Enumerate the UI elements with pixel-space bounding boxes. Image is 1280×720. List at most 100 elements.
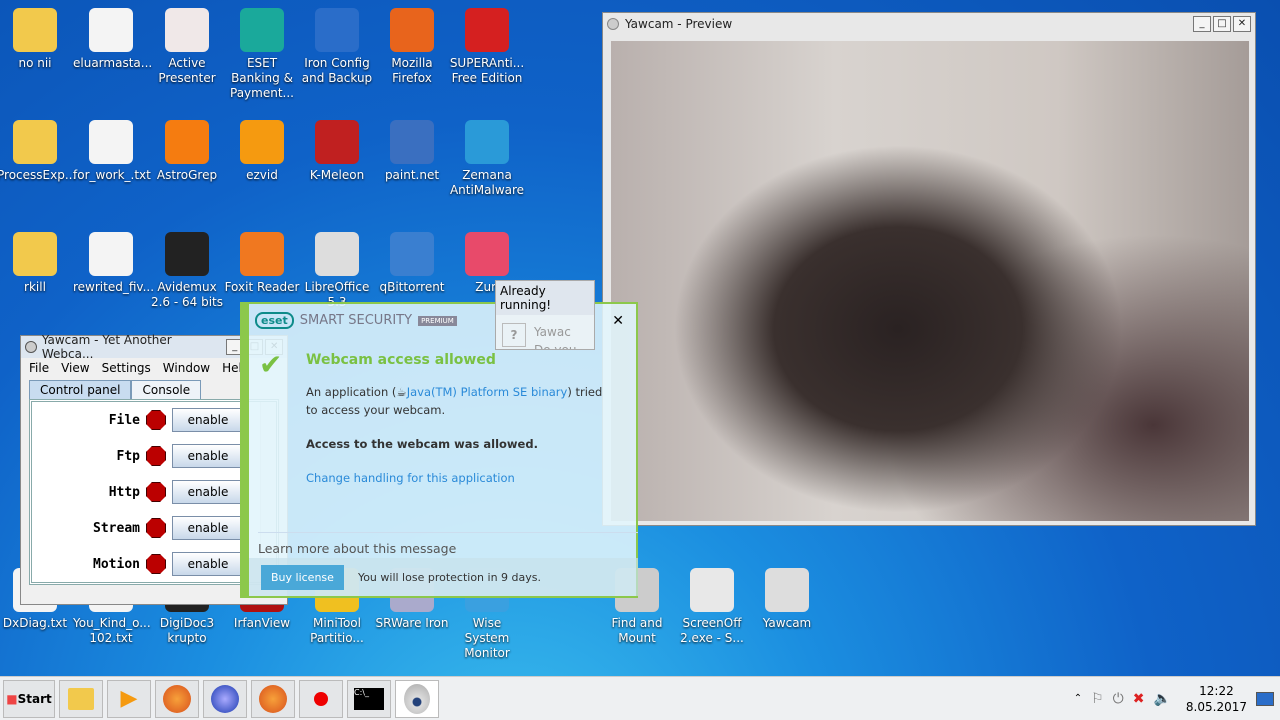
close-icon[interactable]: ✕ — [612, 313, 624, 329]
desktop-icon[interactable]: Active Presenter — [149, 8, 225, 86]
desktop-icon[interactable]: qBittorrent — [374, 232, 450, 295]
already-running-dialog[interactable]: Already running! ? Yawac Do you w — [495, 280, 595, 350]
minimize-button[interactable]: _ — [1193, 16, 1211, 32]
row-label: File — [108, 412, 140, 428]
product-name: SMART SECURITY — [299, 313, 413, 328]
power-plug-icon[interactable]: ⏻ — [1113, 691, 1124, 707]
stop-status-icon — [146, 446, 166, 466]
desktop-icon[interactable]: LibreOffice 5.3 — [299, 232, 375, 310]
desktop-icon-label: Active Presenter — [158, 56, 216, 85]
start-label: Start — [17, 691, 52, 706]
desktop-icon[interactable]: Yawcam — [749, 568, 825, 631]
window-title: Yawcam - Yet Another Webca... — [41, 333, 172, 361]
desktop-icon[interactable]: ScreenOff 2.exe - S... — [674, 568, 750, 646]
webcam-icon — [25, 341, 37, 353]
desktop-icon[interactable]: Zemana AntiMalware — [449, 120, 525, 198]
app-icon — [315, 232, 359, 276]
show-hidden-icons-chevron[interactable]: ⌃ — [1074, 693, 1082, 704]
desktop-icon-label: Zemana AntiMalware — [449, 168, 525, 197]
desktop-icon-label: Yawcam — [762, 616, 812, 630]
learn-more-link[interactable]: Learn more about this message — [258, 532, 638, 556]
desktop-icon[interactable]: eluarmasta... — [73, 8, 152, 71]
desktop-icon[interactable]: ESET Banking & Payment... — [224, 8, 300, 101]
clock-time: 12:22 — [1199, 683, 1234, 698]
row-label: Http — [108, 484, 140, 500]
enable-motion-button[interactable]: enable — [172, 552, 244, 576]
taskbar-media-player[interactable]: ▶ — [107, 679, 151, 718]
show-desktop-icon[interactable] — [1256, 691, 1274, 706]
desktop-icon-label: Wise System Monitor — [464, 616, 510, 660]
desktop-icon[interactable]: Foxit Reader — [224, 232, 300, 295]
app-icon — [390, 8, 434, 52]
app-icon — [465, 232, 509, 276]
tab-control-panel[interactable]: Control panel — [29, 380, 132, 399]
app-icon — [89, 8, 133, 52]
taskbar-firefox[interactable] — [155, 679, 199, 718]
taskbar-cmd[interactable]: C:\_ — [347, 679, 391, 718]
enable-stream-button[interactable]: enable — [172, 516, 244, 540]
app-icon — [165, 120, 209, 164]
enable-ftp-button[interactable]: enable — [172, 444, 244, 468]
desktop-icon[interactable]: rkill — [0, 232, 73, 295]
desktop-icon-label: SRWare Iron — [375, 616, 449, 630]
volume-icon[interactable]: 🔈 — [1153, 691, 1170, 707]
taskbar-seamonkey[interactable] — [203, 679, 247, 718]
change-handling-link[interactable]: Change handling for this application — [306, 469, 616, 487]
desktop-icon[interactable]: Avidemux 2.6 - 64 bits — [149, 232, 225, 310]
desktop-icon-label: Mozilla Firefox — [391, 56, 433, 85]
desktop-icon[interactable]: paint.net — [374, 120, 450, 183]
window-title: Yawcam - Preview — [625, 17, 733, 31]
taskbar-explorer[interactable] — [59, 679, 103, 718]
taskbar-recorder[interactable] — [299, 679, 343, 718]
system-tray: ⌃ ⚐ ⏻ ✖ 🔈 12:22 8.05.2017 — [1074, 683, 1274, 715]
app-icon — [240, 8, 284, 52]
tab-console[interactable]: Console — [131, 380, 202, 399]
app-icon — [315, 120, 359, 164]
network-disconnected-icon[interactable]: ✖ — [1133, 691, 1145, 707]
desktop-icon[interactable]: AstroGrep — [149, 120, 225, 183]
recorder-icon — [314, 691, 328, 706]
menu-file[interactable]: File — [29, 361, 49, 375]
dialog-title: Already running! — [496, 281, 594, 315]
desktop-icon-label: rkill — [24, 280, 46, 294]
desktop-icon-label: MiniTool Partitio... — [310, 616, 364, 645]
app-icon — [89, 232, 133, 276]
desktop-icon[interactable]: Iron Config and Backup — [299, 8, 375, 86]
application-link[interactable]: Java(TM) Platform SE binary — [407, 385, 568, 399]
preview-window[interactable]: Yawcam - Preview _ □ ✕ — [602, 12, 1256, 526]
desktop-icon[interactable]: Mozilla Firefox — [374, 8, 450, 86]
seamonkey-icon — [211, 684, 239, 713]
license-warning: You will lose protection in 9 days. — [357, 570, 542, 584]
desktop-icon[interactable]: SUPERAnti... Free Edition — [449, 8, 525, 86]
desktop-icon[interactable]: rewrited_fiv... — [73, 232, 155, 295]
app-icon — [390, 232, 434, 276]
buy-license-button[interactable]: Buy license — [261, 564, 344, 590]
enable-file-button[interactable]: enable — [172, 408, 244, 432]
desktop-icon-label: AstroGrep — [156, 168, 218, 182]
clock[interactable]: 12:22 8.05.2017 — [1186, 683, 1247, 715]
preview-titlebar[interactable]: Yawcam - Preview _ □ ✕ — [603, 13, 1255, 35]
start-button[interactable]: ■ Start — [3, 679, 55, 718]
enable-http-button[interactable]: enable — [172, 480, 244, 504]
maximize-button[interactable]: □ — [1213, 16, 1231, 32]
webcam-icon — [404, 683, 430, 714]
app-icon — [13, 8, 57, 52]
desktop-icon[interactable]: ezvid — [224, 120, 300, 183]
desktop-icon[interactable]: for_work_.txt — [73, 120, 151, 183]
menu-view[interactable]: View — [61, 361, 89, 375]
action-center-flag-icon[interactable]: ⚐ — [1091, 691, 1104, 707]
desktop-icon-label: rewrited_fiv... — [73, 280, 155, 294]
app-icon — [13, 232, 57, 276]
java-icon: ☕ — [396, 385, 407, 399]
desktop-icon[interactable]: ProcessExp... — [0, 120, 76, 183]
desktop-icon[interactable]: no nii — [0, 8, 73, 71]
checkmark-icon: ✔ — [259, 348, 283, 381]
desktop-icon[interactable]: K-Meleon — [299, 120, 375, 183]
menu-window[interactable]: Window — [163, 361, 210, 375]
webcam-preview-image — [611, 41, 1249, 521]
menu-settings[interactable]: Settings — [102, 361, 151, 375]
taskbar-yawcam[interactable] — [395, 679, 439, 718]
taskbar-firefox-2[interactable] — [251, 679, 295, 718]
row-label: Ftp — [116, 448, 140, 464]
close-button[interactable]: ✕ — [1233, 16, 1251, 32]
